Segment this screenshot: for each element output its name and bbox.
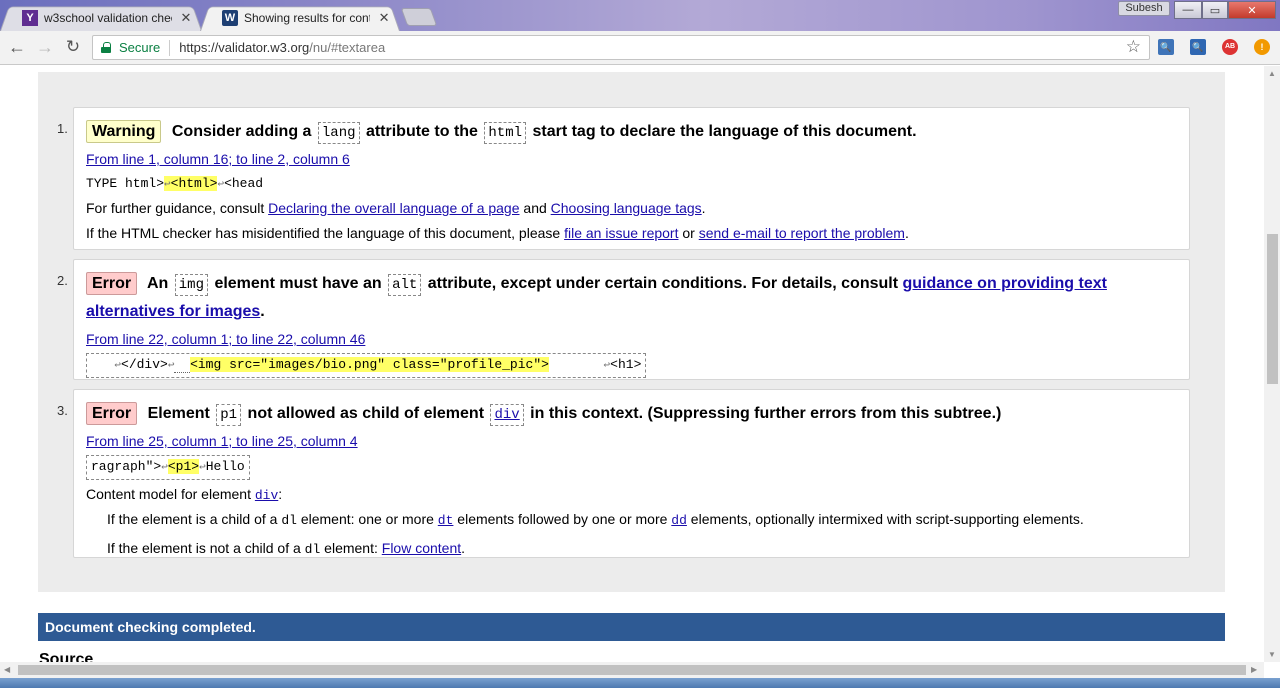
line-break-icon: ↩ [199,462,206,474]
vertical-scrollbar[interactable]: ▲ ▼ [1264,66,1280,662]
reload-icon[interactable]: ↻ [62,36,84,58]
location-link[interactable]: From line 25, column 1; to line 25, colu… [86,433,358,449]
bookmark-star-icon[interactable]: ☆ [1126,37,1141,57]
maximize-icon[interactable]: ▭ [1202,1,1228,19]
dd-element-link[interactable]: dd [671,513,687,528]
results-panel: 1. Warning Consider adding a lang attrib… [38,72,1225,592]
scroll-up-icon[interactable]: ▲ [1268,69,1276,78]
new-tab-button[interactable] [400,8,438,26]
misidentified-text: If the HTML checker has misidentified th… [86,225,909,241]
message-error-img-alt: 2. Error An img element must have an alt… [57,259,1190,380]
message-number: 2. [57,273,68,288]
code-img: img [174,274,208,296]
code-extract: ragraph">↩<p1>↩Hello [86,455,250,480]
minimize-icon[interactable]: — [1174,1,1202,19]
lock-icon [101,42,111,53]
scroll-right-icon[interactable]: ▶ [1251,665,1257,674]
search-extension-icon[interactable]: 🔍 [1190,39,1206,55]
code-html: html [484,122,527,144]
content-model-condition-not-dl-child: If the element is not a child of a dl el… [107,540,466,557]
choosing-language-tags-link[interactable]: Choosing language tags [551,200,702,216]
message-number: 3. [57,403,68,418]
guidance-text: For further guidance, consult Declaring … [86,200,706,216]
search-extension-icon[interactable]: 🔍 [1158,39,1174,55]
code-lang: lang [317,122,360,144]
line-break-icon: ↩ [161,462,168,474]
secure-label: Secure [119,40,161,55]
message-warning: 1. Warning Consider adding a lang attrib… [57,107,1190,250]
horizontal-scroll-thumb[interactable] [18,665,1246,675]
window-close-icon[interactable]: ✕ [1228,1,1276,19]
message-heading: Error An img element must have an alt at… [86,270,1177,326]
content-model-condition-dl-child: If the element is a child of a dl elemen… [107,511,1084,528]
code-div-link[interactable]: div [490,404,524,426]
warning-badge: Warning [86,120,162,143]
code-p1: p1 [216,404,242,426]
back-arrow-icon[interactable]: ← [6,36,28,58]
adblock-icon[interactable]: AB [1222,39,1238,55]
page-viewport: 1. Warning Consider adding a lang attrib… [0,66,1264,662]
scroll-down-icon[interactable]: ▼ [1268,650,1276,659]
close-tab-icon[interactable]: ✕ [378,10,390,26]
horizontal-scrollbar[interactable]: ◀ ▶ [0,662,1264,678]
code-extract: ↩</div>↩ <img src="images/bio.png" class… [86,353,647,378]
w3c-favicon-icon: W [222,9,238,26]
alert-icon[interactable]: ! [1254,39,1270,55]
url-host: https://validator.w3.org [179,40,310,55]
tab-strip: Y w3school validation chec ✕ W Showing r… [0,0,1280,31]
profile-button[interactable]: Subesh [1118,1,1170,16]
url-path: /nu/#textarea [309,40,386,55]
close-tab-icon[interactable]: ✕ [180,10,192,26]
checking-completed-banner: Document checking completed. [38,613,1225,641]
address-bar[interactable]: Secure https://validator.w3.org/nu/#text… [92,35,1150,60]
tab-w3school[interactable]: Y w3school validation chec ✕ [0,4,202,31]
browser-toolbar: ← → ↻ Secure https://validator.w3.org/nu… [0,31,1280,65]
source-heading: Source [39,651,94,662]
scroll-left-icon[interactable]: ◀ [4,665,10,674]
message-heading: Warning Consider adding a lang attribute… [86,118,1177,146]
code-extract: TYPE html>↩<html>↩<head [86,176,264,191]
tab-validator-results[interactable]: W Showing results for conte ✕ [200,4,400,31]
tab-title: Showing results for conte [244,10,371,25]
declaring-language-link[interactable]: Declaring the overall language of a page [268,200,519,216]
error-badge: Error [86,402,138,425]
dt-element-link[interactable]: dt [438,513,454,528]
message-number: 1. [57,121,68,136]
send-email-link[interactable]: send e-mail to report the problem [699,225,905,241]
flow-content-link[interactable]: Flow content [382,540,461,556]
code-alt: alt [388,274,422,296]
message-heading: Error Element p1 not allowed as child of… [86,400,1177,428]
line-break-icon: ↩ [164,179,171,191]
forward-arrow-icon[interactable]: → [34,36,56,58]
location-link[interactable]: From line 1, column 16; to line 2, colum… [86,151,350,167]
os-taskbar [0,678,1280,688]
location-link[interactable]: From line 22, column 1; to line 22, colu… [86,331,365,347]
error-badge: Error [86,272,138,295]
tab-title: w3school validation chec [44,10,172,25]
content-model-text: Content model for element div: [86,486,283,503]
file-issue-link[interactable]: file an issue report [564,225,678,241]
vertical-scroll-thumb[interactable] [1267,234,1278,384]
yahoo-favicon-icon: Y [22,9,38,26]
message-error-p1: 3. Error Element p1 not allowed as child… [57,389,1190,558]
div-element-link[interactable]: div [255,488,278,503]
